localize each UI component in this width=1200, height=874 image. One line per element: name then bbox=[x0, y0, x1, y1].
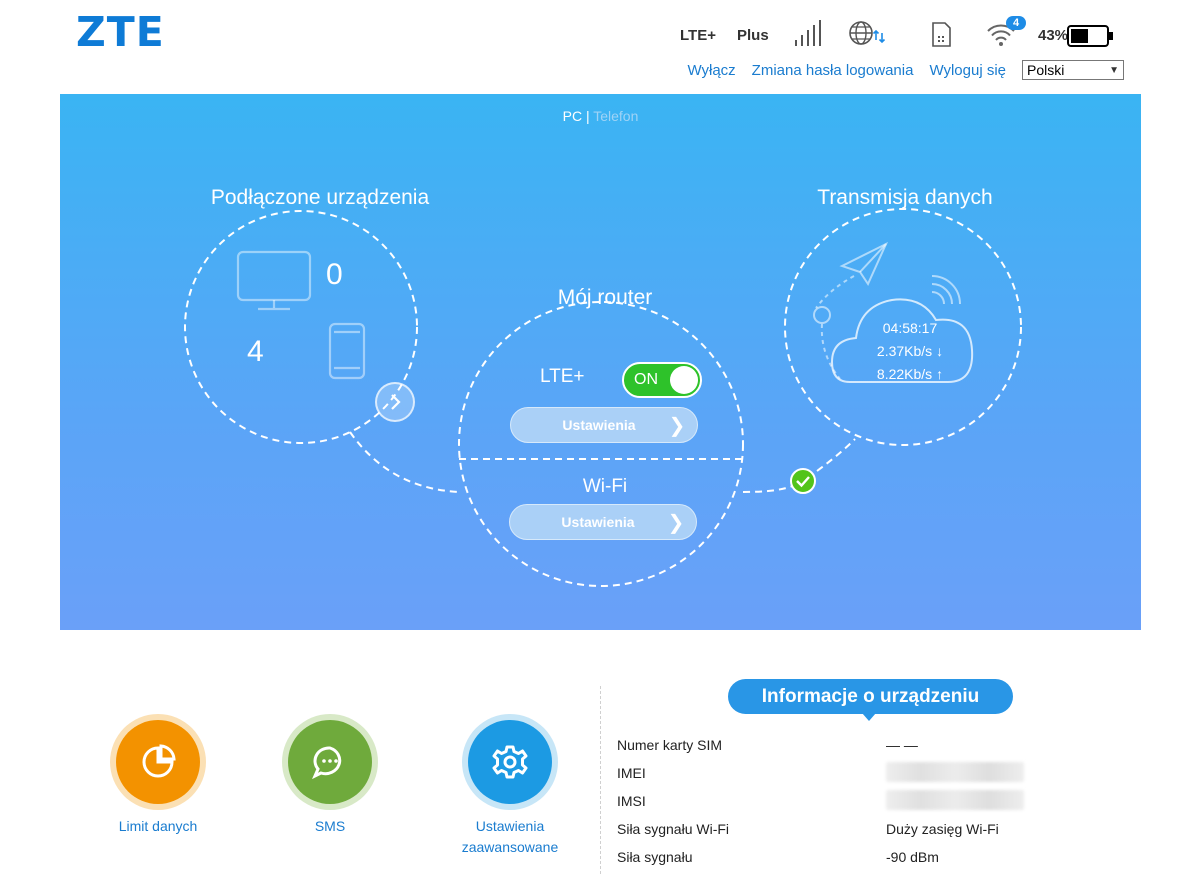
zte-logo: ZTE bbox=[76, 8, 165, 56]
lte-toggle[interactable]: ON bbox=[622, 362, 702, 398]
logout-link[interactable]: Wyloguj się bbox=[929, 62, 1006, 79]
connected-devices-title: Podłączone urządzenia bbox=[210, 186, 430, 209]
power-off-link[interactable]: Wyłącz bbox=[687, 62, 735, 79]
devices-expand-button[interactable] bbox=[375, 382, 415, 422]
check-data-connector bbox=[816, 438, 856, 472]
redacted-imei bbox=[886, 761, 1024, 782]
top-links: Wyłącz Zmiana hasła logowania Wyloguj si… bbox=[687, 60, 1124, 80]
router-circle bbox=[458, 301, 744, 587]
device-info-title: Informacje o urządzeniu bbox=[728, 679, 1013, 721]
wifi-clients-badge: 4 bbox=[1006, 16, 1026, 30]
dashboard-hero: PC | Telefon Podłączone urządzenia 0 4 M… bbox=[60, 94, 1141, 630]
lte-settings-label: Ustawienia bbox=[562, 417, 636, 433]
info-key: IMEI bbox=[617, 765, 646, 781]
wifi-settings-label: Ustawienia bbox=[561, 514, 635, 530]
info-value: -90 dBm bbox=[886, 849, 939, 865]
sms-label: SMS bbox=[314, 818, 346, 834]
devices-router-connector bbox=[349, 431, 461, 493]
data-limit-shortcut[interactable]: Limit danych bbox=[78, 714, 238, 837]
hero-graphics bbox=[184, 208, 1022, 587]
battery-percent: 43% bbox=[1038, 27, 1069, 44]
sms-shortcut[interactable]: SMS bbox=[250, 714, 410, 837]
monitor-icon bbox=[236, 250, 312, 311]
info-row-signal: Siła sygnału -90 dBm bbox=[617, 843, 1137, 871]
router-title: Mój router bbox=[557, 286, 653, 309]
chevron-down-icon: ▼ bbox=[1109, 64, 1119, 76]
network-provider-label: Plus bbox=[737, 27, 769, 44]
router-data-connector bbox=[742, 484, 796, 493]
language-selected: Polski bbox=[1027, 62, 1065, 78]
connection-duration: 04:58:17 bbox=[882, 320, 938, 336]
status-bar: LTE+ Plus 4 43% bbox=[680, 16, 1120, 52]
phone-device-icon bbox=[328, 322, 366, 380]
data-limit-label: Limit danych bbox=[118, 818, 198, 834]
upload-speed: 8.22Kb/s ↑ bbox=[876, 366, 944, 382]
language-select[interactable]: Polski ▼ bbox=[1022, 60, 1124, 80]
connected-check-icon bbox=[790, 468, 816, 494]
info-value: Duży zasięg Wi-Fi bbox=[886, 821, 999, 837]
chevron-right-icon: ❯ bbox=[668, 414, 686, 437]
download-speed: 2.37Kb/s ↓ bbox=[876, 343, 944, 359]
device-info-table: Numer karty SIM — — IMEI IMSI Siła sygna… bbox=[617, 731, 1137, 871]
info-row-sim: Numer karty SIM — — bbox=[617, 731, 1137, 759]
change-password-link[interactable]: Zmiana hasła logowania bbox=[752, 62, 914, 79]
globe-data-icon bbox=[849, 21, 886, 45]
sim-card-icon bbox=[932, 22, 951, 47]
signal-waves-icon bbox=[931, 275, 961, 305]
gear-icon bbox=[492, 745, 528, 779]
wifi-label: Wi-Fi bbox=[582, 476, 628, 497]
wifi-settings-button[interactable]: Ustawienia ❯ bbox=[509, 504, 697, 540]
pc-device-count: 0 bbox=[326, 258, 343, 291]
info-key: Siła sygnału bbox=[617, 849, 693, 865]
network-type-label: LTE+ bbox=[680, 27, 716, 44]
chat-bubble-icon bbox=[312, 746, 342, 780]
advanced-settings-shortcut[interactable]: Ustawienia zaawansowane bbox=[430, 714, 590, 858]
chevron-right-icon bbox=[391, 394, 401, 410]
phone-device-count: 4 bbox=[247, 335, 264, 368]
pie-chart-icon bbox=[142, 744, 176, 778]
info-row-wifi-signal: Siła sygnału Wi-Fi Duży zasięg Wi-Fi bbox=[617, 815, 1137, 843]
chevron-right-icon: ❯ bbox=[667, 511, 685, 534]
advanced-settings-label: Ustawienia zaawansowane bbox=[461, 818, 559, 855]
signal-bars-icon bbox=[795, 20, 821, 46]
battery-icon bbox=[1067, 25, 1113, 47]
data-transfer-title: Transmisja danych bbox=[817, 186, 993, 209]
lte-toggle-state: ON bbox=[634, 371, 658, 388]
info-row-imsi: IMSI bbox=[617, 787, 1137, 815]
info-row-imei: IMEI bbox=[617, 759, 1137, 787]
info-value: — — bbox=[886, 737, 918, 753]
redacted-imsi bbox=[886, 789, 1024, 810]
info-key: IMSI bbox=[617, 793, 646, 809]
info-key: Siła sygnału Wi-Fi bbox=[617, 821, 730, 837]
lte-settings-button[interactable]: Ustawienia ❯ bbox=[510, 407, 698, 443]
toggle-knob bbox=[670, 366, 698, 394]
lte-label: LTE+ bbox=[540, 366, 585, 387]
section-divider bbox=[600, 686, 601, 874]
info-key: Numer karty SIM bbox=[617, 737, 723, 753]
